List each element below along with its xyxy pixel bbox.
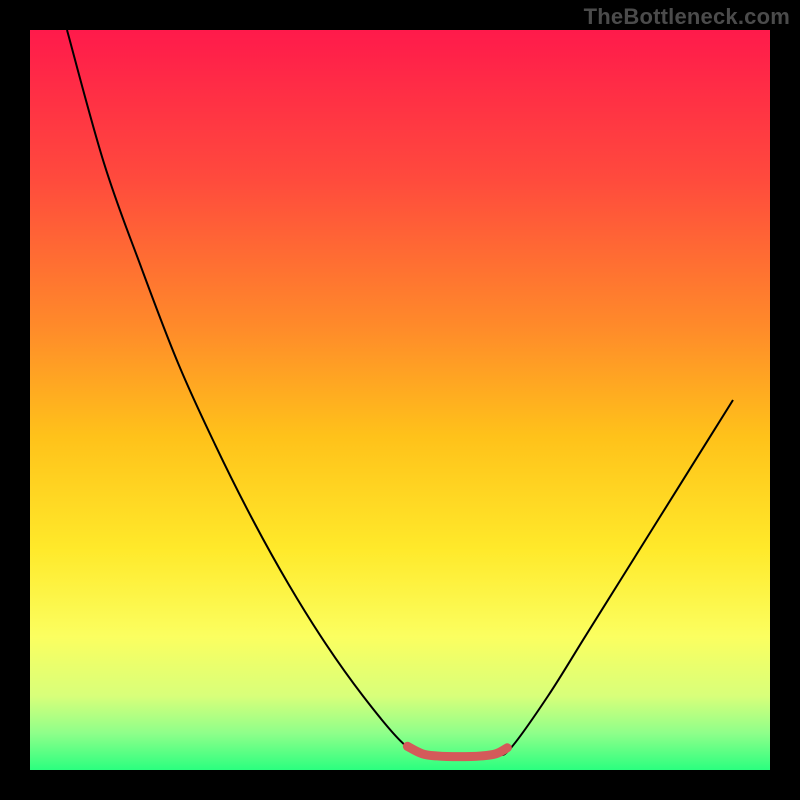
bottleneck-chart [0, 0, 800, 800]
chart-frame: TheBottleneck.com [0, 0, 800, 800]
plot-background [30, 30, 770, 770]
watermark-text: TheBottleneck.com [584, 4, 790, 30]
